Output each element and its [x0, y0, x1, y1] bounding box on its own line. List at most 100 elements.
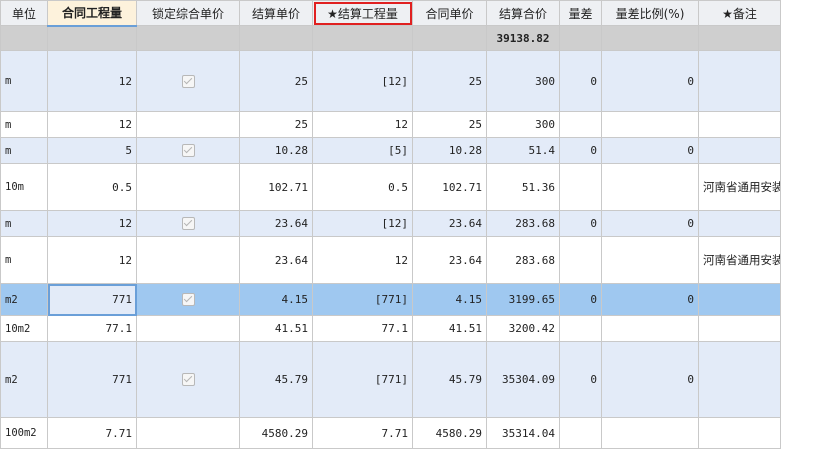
table-row[interactable]: m1223.641223.64283.68河南省通用安装工程预算定额(2016) — [0, 236, 781, 284]
lock-price-cell[interactable] — [136, 50, 240, 112]
qty-diff-cell[interactable] — [559, 417, 602, 449]
diff-ratio-cell[interactable] — [601, 417, 699, 449]
col-header-settle-total[interactable]: 结算合价 — [486, 0, 560, 26]
lock-price-cell[interactable] — [136, 283, 240, 316]
table-row[interactable]: 10m0.5102.710.5102.7151.36河南省通用安装工程预算定额(… — [0, 163, 781, 211]
settle-price-cell[interactable]: 102.71 — [239, 163, 313, 211]
contract-price-cell[interactable]: 4580.29 — [412, 417, 487, 449]
note-cell[interactable]: 河南省通用安装工程预算定额(2016) — [698, 236, 781, 284]
note-cell[interactable] — [698, 111, 781, 138]
diff-ratio-cell[interactable] — [601, 111, 699, 138]
contract-qty-cell[interactable]: 7.71 — [47, 417, 137, 449]
contract-price-cell[interactable]: 4.15 — [412, 283, 487, 316]
settle-price-cell[interactable]: 25 — [239, 111, 313, 138]
table-row[interactable]: 10m2 77.1 41.51 77.1 41.51 3200.42 — [0, 315, 781, 342]
lock-price-cell[interactable] — [136, 417, 240, 449]
contract-price-cell[interactable]: 102.71 — [412, 163, 487, 211]
table-row[interactable]: 100m2 7.71 4580.29 7.71 4580.29 35314.04 — [0, 417, 781, 449]
qty-diff-cell[interactable] — [559, 163, 602, 211]
settle-price-cell[interactable]: 4.15 — [239, 283, 313, 316]
settle-total-cell[interactable]: 283.68 — [486, 210, 560, 237]
diff-ratio-cell[interactable]: 0 — [601, 210, 699, 237]
unit-cell[interactable]: m2 — [0, 283, 48, 316]
qty-diff-cell[interactable]: 0 — [559, 283, 602, 316]
settle-total-cell[interactable]: 35304.09 — [486, 341, 560, 418]
settle-qty-cell[interactable]: 0.5 — [312, 163, 413, 211]
table-row[interactable]: m2 771 45.79 [771] 45.79 35304.09 0 0 — [0, 341, 781, 418]
unit-cell[interactable]: 10m2 — [0, 315, 48, 342]
contract-qty-cell[interactable]: 0.5 — [47, 163, 137, 211]
lock-price-cell[interactable] — [136, 163, 240, 211]
unit-cell[interactable]: 10m — [0, 163, 48, 211]
contract-price-cell[interactable]: 23.64 — [412, 236, 487, 284]
lock-checkbox[interactable] — [181, 144, 195, 158]
lock-price-cell[interactable] — [136, 111, 240, 138]
lock-price-cell[interactable] — [136, 210, 240, 237]
table-row[interactable]: m 12 25 12 25 300 — [0, 111, 781, 138]
lock-price-cell[interactable] — [136, 315, 240, 342]
table-row[interactable]: m2 771 4.15 [771] 4.15 3199.65 0 0 — [0, 283, 781, 316]
note-cell[interactable] — [698, 283, 781, 316]
lock-checkbox[interactable] — [181, 293, 195, 307]
lock-price-cell[interactable] — [136, 137, 240, 164]
note-cell[interactable] — [698, 137, 781, 164]
contract-qty-cell[interactable]: 12 — [47, 111, 137, 138]
contract-qty-cell[interactable]: 771 — [47, 283, 137, 316]
settle-qty-cell[interactable]: [771] — [312, 283, 413, 316]
note-cell[interactable]: 河南省通用安装工程预算定额(2016) — [698, 163, 781, 211]
unit-cell[interactable]: 100m2 — [0, 417, 48, 449]
settle-qty-cell[interactable]: 77.1 — [312, 315, 413, 342]
lock-checkbox[interactable] — [181, 373, 195, 387]
col-header-settle-qty[interactable]: ★结算工程量 — [312, 0, 413, 26]
diff-ratio-cell[interactable] — [601, 163, 699, 211]
contract-price-cell[interactable]: 25 — [412, 50, 487, 112]
settle-total-cell[interactable]: 300 — [486, 111, 560, 138]
settle-total-cell[interactable]: 51.4 — [486, 137, 560, 164]
settle-total-cell[interactable]: 3199.65 — [486, 283, 560, 316]
col-header-note[interactable]: ★备注 — [698, 0, 781, 26]
contract-price-cell[interactable]: 25 — [412, 111, 487, 138]
col-header-qty-diff[interactable]: 量差 — [559, 0, 602, 26]
contract-price-cell[interactable]: 10.28 — [412, 137, 487, 164]
table-row[interactable]: m 12 25 [12] 25 300 0 0 — [0, 50, 781, 112]
qty-diff-cell[interactable]: 0 — [559, 210, 602, 237]
settle-price-cell[interactable]: 23.64 — [239, 210, 313, 237]
qty-diff-cell[interactable]: 0 — [559, 137, 602, 164]
settle-price-cell[interactable]: 23.64 — [239, 236, 313, 284]
settle-total-cell[interactable]: 300 — [486, 50, 560, 112]
qty-diff-cell[interactable] — [559, 111, 602, 138]
contract-price-cell[interactable]: 45.79 — [412, 341, 487, 418]
table-row[interactable]: m 12 23.64 [12] 23.64 283.68 0 0 — [0, 210, 781, 237]
col-header-contract-qty[interactable]: 合同工程量 — [47, 0, 137, 27]
note-cell[interactable] — [698, 341, 781, 418]
diff-ratio-cell[interactable]: 0 — [601, 137, 699, 164]
settle-qty-cell[interactable]: 7.71 — [312, 417, 413, 449]
table-row[interactable]: m 5 10.28 [5] 10.28 51.4 0 0 — [0, 137, 781, 164]
settle-price-cell[interactable]: 41.51 — [239, 315, 313, 342]
unit-cell[interactable]: m2 — [0, 341, 48, 418]
settle-qty-cell[interactable]: [771] — [312, 341, 413, 418]
qty-diff-cell[interactable]: 0 — [559, 341, 602, 418]
unit-cell[interactable]: m — [0, 50, 48, 112]
note-cell[interactable] — [698, 210, 781, 237]
contract-qty-cell[interactable]: 771 — [47, 341, 137, 418]
col-header-settle-price[interactable]: 结算单价 — [239, 0, 313, 26]
settle-total-cell[interactable]: 35314.04 — [486, 417, 560, 449]
contract-qty-cell[interactable]: 77.1 — [47, 315, 137, 342]
lock-price-cell[interactable] — [136, 236, 240, 284]
contract-qty-cell[interactable]: 5 — [47, 137, 137, 164]
note-cell[interactable] — [698, 315, 781, 342]
col-header-lock-price[interactable]: 锁定综合单价 — [136, 0, 240, 26]
settle-qty-cell[interactable]: [12] — [312, 50, 413, 112]
settle-price-cell[interactable]: 4580.29 — [239, 417, 313, 449]
contract-price-cell[interactable]: 23.64 — [412, 210, 487, 237]
lock-checkbox[interactable] — [181, 74, 195, 88]
settle-price-cell[interactable]: 10.28 — [239, 137, 313, 164]
col-header-unit[interactable]: 单位 — [0, 0, 48, 26]
unit-cell[interactable]: m — [0, 236, 48, 284]
settle-price-cell[interactable]: 45.79 — [239, 341, 313, 418]
lock-checkbox[interactable] — [181, 217, 195, 231]
contract-qty-cell[interactable]: 12 — [47, 50, 137, 112]
contract-qty-cell[interactable]: 12 — [47, 210, 137, 237]
settle-qty-cell[interactable]: 12 — [312, 111, 413, 138]
